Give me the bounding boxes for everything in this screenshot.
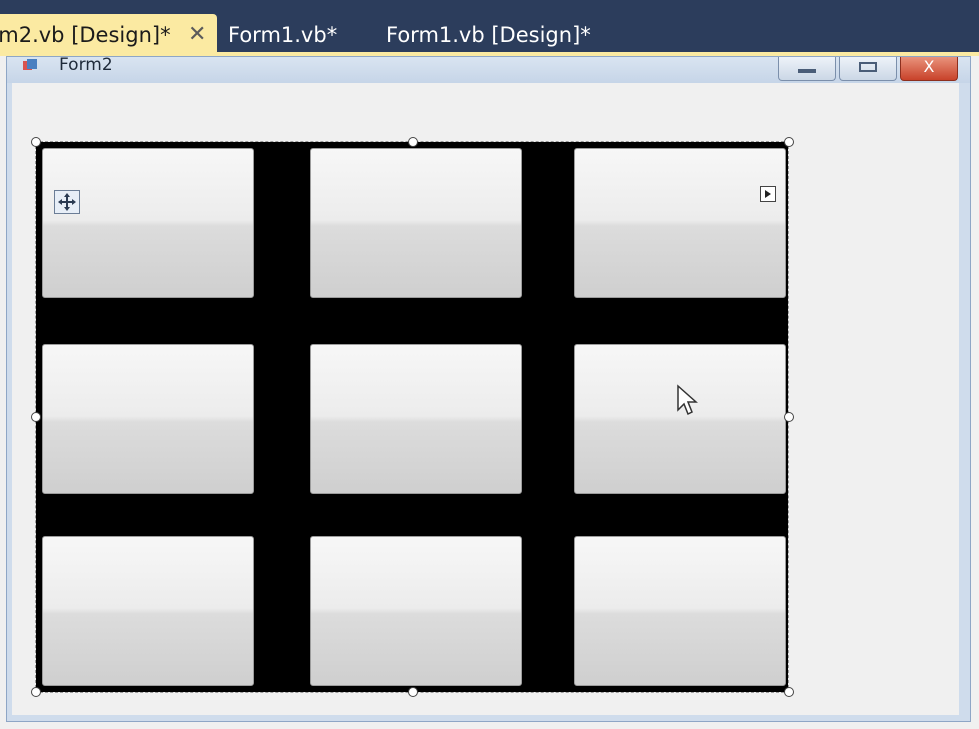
close-icon: X — [923, 57, 935, 76]
grid-button-r2c1[interactable] — [42, 344, 254, 494]
form-icon — [23, 59, 37, 70]
tab-form1-design[interactable]: Form1.vb [Design]* — [386, 14, 626, 56]
resize-handle-bottom[interactable] — [408, 687, 418, 697]
four-way-arrow-icon — [58, 193, 76, 211]
smart-tag-icon[interactable] — [760, 186, 776, 202]
move-handle-icon[interactable] — [54, 190, 80, 214]
design-surface: Form2 X — [0, 55, 979, 729]
tab-label: Form1.vb* — [228, 23, 338, 47]
resize-handle-right[interactable] — [784, 412, 794, 422]
grid-button-r3c3[interactable] — [574, 536, 786, 686]
grid-button-r3c1[interactable] — [42, 536, 254, 686]
form-titlebar[interactable]: Form2 X — [7, 55, 970, 83]
resize-handle-top-right[interactable] — [784, 137, 794, 147]
maximize-icon — [859, 62, 877, 72]
resize-handle-top-left[interactable] — [31, 137, 41, 147]
form-title: Form2 — [59, 55, 113, 75]
minimize-icon — [798, 69, 816, 73]
document-tab-strip: rm2.vb [Design]* ✕ Form1.vb* Form1.vb [D… — [0, 0, 979, 56]
tab-form1-code[interactable]: Form1.vb* — [228, 14, 368, 56]
minimize-button[interactable] — [778, 57, 836, 81]
grid-button-r1c3[interactable] — [574, 148, 786, 298]
grid-button-r2c2[interactable] — [310, 344, 522, 494]
grid-button-r1c2[interactable] — [310, 148, 522, 298]
maximize-button[interactable] — [839, 57, 897, 81]
resize-handle-top[interactable] — [408, 137, 418, 147]
mouse-pointer-icon — [677, 384, 698, 416]
resize-handle-bottom-left[interactable] — [31, 687, 41, 697]
tab-form2-design[interactable]: rm2.vb [Design]* ✕ — [0, 14, 217, 56]
resize-handle-left[interactable] — [31, 412, 41, 422]
resize-handle-bottom-right[interactable] — [784, 687, 794, 697]
grid-button-r3c2[interactable] — [310, 536, 522, 686]
close-tab-icon[interactable]: ✕ — [188, 14, 206, 56]
tab-label: Form1.vb [Design]* — [386, 23, 591, 47]
grid-button-r2c3[interactable] — [574, 344, 786, 494]
tab-label: rm2.vb [Design]* — [0, 23, 171, 47]
close-button[interactable]: X — [900, 57, 958, 81]
grid-button-r1c1[interactable] — [42, 148, 254, 298]
